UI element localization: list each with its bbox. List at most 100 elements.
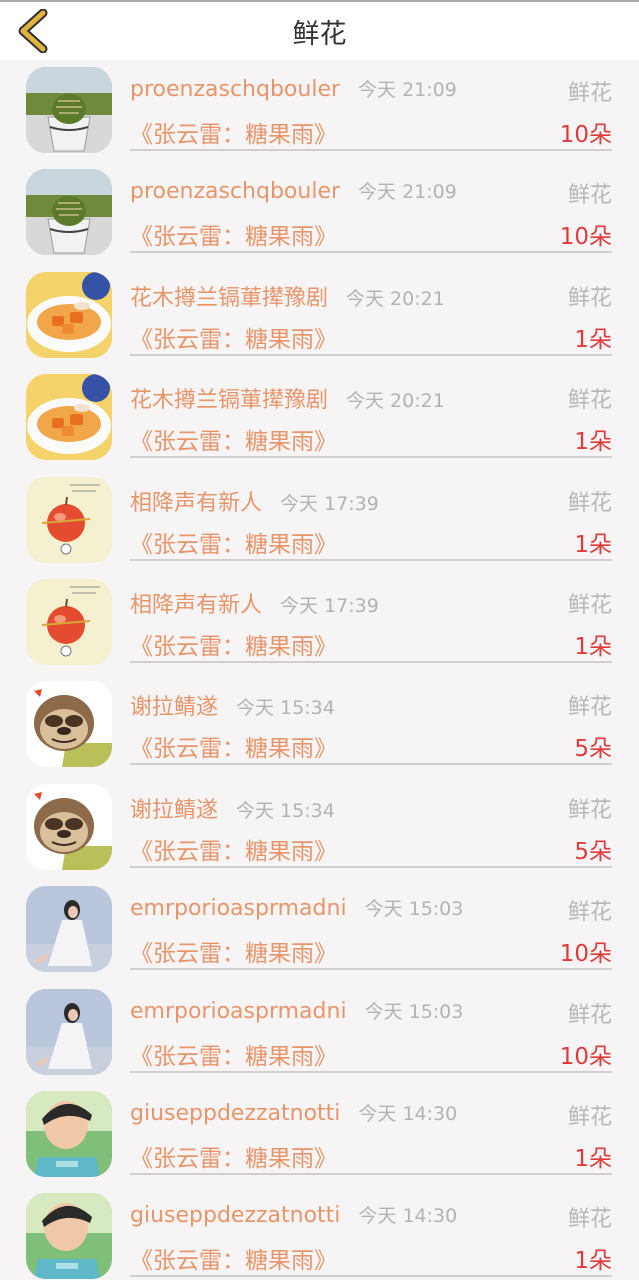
gift-count: 5朵: [574, 838, 612, 865]
gift-type: 鲜花: [567, 592, 612, 618]
send-time: 今天 20:21: [346, 287, 445, 310]
gift-type: 鲜花: [567, 81, 612, 106]
sender-name: proenzaschqbouler 今天 21:09: [130, 177, 457, 204]
list-item[interactable]: 谢拉鲭遂 今天 15:34 鲜花 《张云雷：糖果雨》 5朵: [0, 777, 639, 879]
sender-name: emrporioasprmadni 今天 15:03: [130, 997, 463, 1024]
row-divider: [130, 660, 612, 663]
girl-avatar[interactable]: [26, 988, 112, 1075]
dessert-avatar[interactable]: [26, 374, 112, 461]
boy-avatar[interactable]: [26, 1090, 112, 1177]
gift-count: 1朵: [574, 1248, 612, 1275]
row-divider: [130, 1275, 612, 1278]
row-divider: [130, 1070, 612, 1073]
sender-name: giuseppdezzatnotti 今天 14:30: [130, 1099, 457, 1126]
song-title: 《张云雷：糖果雨》: [130, 1248, 337, 1275]
sender-name-text: giuseppdezzatnotti: [130, 1100, 341, 1126]
sender-name: giuseppdezzatnotti 今天 14:30: [130, 1201, 457, 1228]
row-divider: [130, 968, 612, 971]
sender-name: 花木撙兰镉莗撵豫剧 今天 20:21: [130, 280, 445, 312]
boy-avatar[interactable]: [26, 1193, 112, 1280]
gift-count: 1朵: [574, 1145, 612, 1172]
gift-count: 1朵: [574, 531, 612, 558]
row-divider: [130, 763, 612, 766]
list-item[interactable]: giuseppdezzatnotti 今天 14:30 鲜花 《张云雷：糖果雨》 …: [0, 1186, 639, 1280]
song-title: 《张云雷：糖果雨》: [130, 224, 337, 251]
sender-name-text: 花木撙兰镉莗撵豫剧: [130, 388, 329, 414]
row-divider: [130, 149, 612, 151]
list-item[interactable]: 花木撙兰镉莗撵豫剧 今天 20:21 鲜花 《张云雷：糖果雨》 1朵: [0, 367, 639, 469]
send-time: 今天 20:21: [346, 390, 445, 413]
page-title: 鲜花: [292, 19, 347, 50]
song-title: 《张云雷：糖果雨》: [130, 531, 337, 558]
girl-avatar[interactable]: [26, 886, 112, 973]
gift-type: 鲜花: [567, 1002, 612, 1028]
row-divider: [130, 1172, 612, 1175]
gift-count: 10朵: [559, 941, 612, 968]
gift-type: 鲜花: [567, 285, 612, 311]
sender-name: proenzaschqbouler 今天 21:09: [130, 75, 457, 102]
gift-type: 鲜花: [567, 695, 612, 721]
list-item[interactable]: 花木撙兰镉莗撵豫剧 今天 20:21 鲜花 《张云雷：糖果雨》 1朵: [0, 265, 639, 367]
gift-type: 鲜花: [567, 797, 612, 823]
sender-name: emrporioasprmadni 今天 15:03: [130, 894, 463, 921]
send-time: 今天 17:39: [280, 594, 379, 617]
send-time: 今天 15:34: [236, 799, 335, 822]
row-divider: [130, 353, 612, 356]
song-title: 《张云雷：糖果雨》: [130, 633, 337, 660]
song-title: 《张云雷：糖果雨》: [130, 838, 337, 865]
list-item[interactable]: proenzaschqbouler 今天 21:09 鲜花 《张云雷：糖果雨》 1…: [0, 60, 639, 162]
gift-count: 1朵: [574, 633, 612, 660]
gift-type: 鲜花: [567, 388, 612, 414]
list-item[interactable]: 谢拉鲭遂 今天 15:34 鲜花 《张云雷：糖果雨》 5朵: [0, 674, 639, 776]
sender-name: 相降声有新人 今天 17:39: [130, 485, 379, 517]
send-time: 今天 14:30: [358, 1102, 458, 1125]
row-divider: [130, 456, 612, 459]
sloth-avatar[interactable]: [26, 681, 112, 768]
list-item[interactable]: giuseppdezzatnotti 今天 14:30 鲜花 《张云雷：糖果雨》 …: [0, 1084, 639, 1186]
sender-name-text: 相降声有新人: [130, 490, 263, 516]
dessert-avatar[interactable]: [26, 271, 112, 358]
sender-name-text: 谢拉鲭遂: [130, 695, 219, 721]
song-title: 《张云雷：糖果雨》: [130, 736, 337, 763]
gift-count: 10朵: [559, 122, 612, 148]
gift-type: 鲜花: [567, 1104, 612, 1130]
list-item[interactable]: 相降声有新人 今天 17:39 鲜花 《张云雷：糖果雨》 1朵: [0, 572, 639, 674]
cactus-avatar[interactable]: [26, 169, 112, 256]
sender-name: 谢拉鲭遂 今天 15:34: [130, 689, 335, 721]
sloth-avatar[interactable]: [26, 783, 112, 870]
row-divider: [130, 558, 612, 561]
list-item[interactable]: emrporioasprmadni 今天 15:03 鲜花 《张云雷：糖果雨》 1…: [0, 879, 639, 981]
send-time: 今天 15:03: [364, 1000, 464, 1023]
gift-count: 1朵: [574, 326, 612, 353]
send-time: 今天 21:09: [358, 181, 457, 204]
gift-type: 鲜花: [567, 183, 612, 209]
send-time: 今天 21:09: [358, 79, 457, 101]
row-divider: [130, 865, 612, 868]
song-title: 《张云雷：糖果雨》: [130, 1145, 337, 1172]
sender-name-text: giuseppdezzatnotti: [130, 1203, 341, 1229]
sender-name-text: 谢拉鲭遂: [130, 797, 219, 823]
sender-name-text: proenzaschqbouler: [130, 77, 341, 102]
apple-avatar[interactable]: [26, 476, 112, 563]
sender-name-text: emrporioasprmadni: [130, 998, 347, 1024]
sender-name-text: 花木撙兰镉莗撵豫剧: [130, 285, 329, 311]
gift-count: 10朵: [559, 1043, 612, 1070]
list-item[interactable]: 相降声有新人 今天 17:39 鲜花 《张云雷：糖果雨》 1朵: [0, 470, 639, 572]
song-title: 《张云雷：糖果雨》: [130, 1043, 337, 1070]
sender-name-text: 相降声有新人: [130, 592, 263, 618]
list-item[interactable]: proenzaschqbouler 今天 21:09 鲜花 《张云雷：糖果雨》 1…: [0, 162, 639, 264]
song-title: 《张云雷：糖果雨》: [130, 941, 337, 968]
sender-name: 谢拉鲭遂 今天 15:34: [130, 792, 335, 824]
send-time: 今天 15:03: [364, 898, 464, 921]
gift-count: 10朵: [559, 224, 612, 251]
row-divider: [130, 251, 612, 254]
gift-type: 鲜花: [567, 1207, 612, 1233]
apple-avatar[interactable]: [26, 578, 112, 665]
gift-record-list: proenzaschqbouler 今天 21:09 鲜花 《张云雷：糖果雨》 1…: [0, 60, 639, 1280]
list-item[interactable]: emrporioasprmadni 今天 15:03 鲜花 《张云雷：糖果雨》 1…: [0, 982, 639, 1084]
gift-type: 鲜花: [567, 900, 612, 926]
sender-name-text: emrporioasprmadni: [130, 896, 347, 922]
song-title: 《张云雷：糖果雨》: [130, 326, 337, 353]
gift-type: 鲜花: [567, 490, 612, 516]
cactus-avatar[interactable]: [26, 67, 112, 153]
